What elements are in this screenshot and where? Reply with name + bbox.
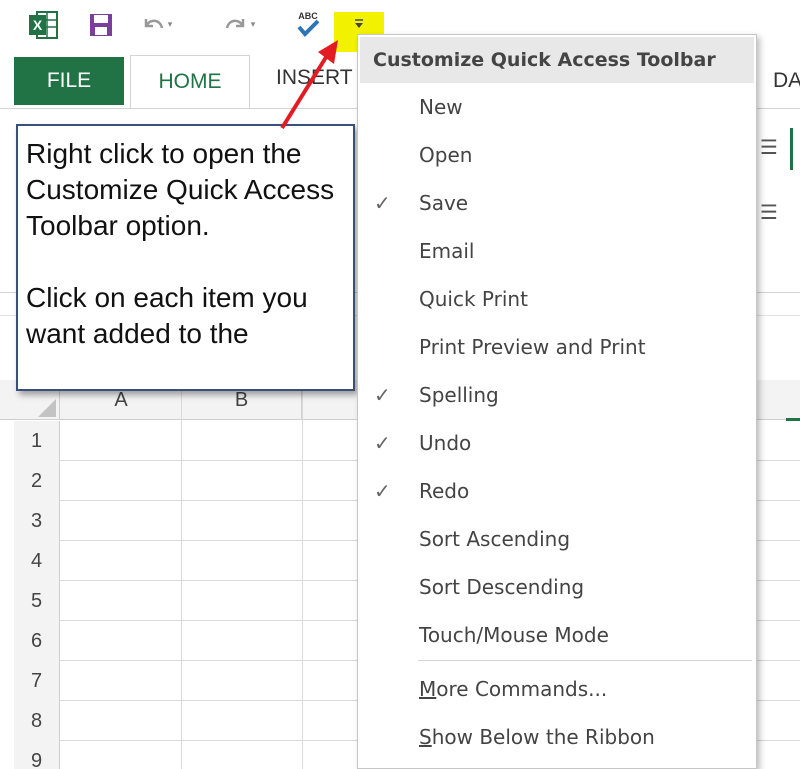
menu-item-email[interactable]: Email — [358, 227, 756, 275]
callout-paragraph-1: Right click to open the Customize Quick … — [26, 138, 335, 241]
callout-paragraph-2: Click on each item you want added to the — [26, 282, 308, 349]
align-left-icon[interactable]: ☰ — [760, 200, 778, 224]
menu-item-sort-ascending[interactable]: Sort Ascending — [358, 515, 756, 563]
ribbon-selection-edge — [790, 128, 793, 170]
undo-button[interactable]: ▾ — [138, 8, 174, 42]
mnemonic: S — [419, 725, 432, 749]
customize-qat-menu: Customize Quick Access Toolbar New Open … — [357, 34, 757, 769]
menu-separator — [418, 660, 752, 661]
column-gridline — [302, 380, 303, 769]
menu-item-save[interactable]: ✓ Save — [358, 179, 756, 227]
menu-item-label: ore Commands... — [436, 677, 608, 701]
menu-title: Customize Quick Access Toolbar — [360, 37, 754, 83]
menu-item-open[interactable]: Open — [358, 131, 756, 179]
check-icon: ✓ — [374, 479, 391, 503]
check-icon: ✓ — [374, 383, 391, 407]
menu-item-undo[interactable]: ✓ Undo — [358, 419, 756, 467]
customize-dropdown-icon — [355, 19, 363, 28]
menu-item-touch-mouse-mode[interactable]: Touch/Mouse Mode — [358, 611, 756, 659]
redo-caret-icon[interactable]: ▾ — [251, 20, 256, 30]
floppy-disk-icon — [90, 14, 112, 36]
check-icon: ✓ — [374, 191, 391, 215]
row-header[interactable]: 3 — [14, 501, 60, 541]
tab-file[interactable]: FILE — [14, 57, 124, 105]
menu-item-redo[interactable]: ✓ Redo — [358, 467, 756, 515]
align-top-icon[interactable]: ☰ — [760, 135, 778, 159]
svg-text:X: X — [33, 17, 43, 33]
save-button[interactable] — [86, 8, 116, 42]
row-header[interactable]: 2 — [14, 461, 60, 501]
row-header[interactable]: 6 — [14, 621, 60, 661]
row-header[interactable]: 5 — [14, 581, 60, 621]
excel-logo-icon: X — [26, 8, 60, 42]
redo-icon — [225, 19, 244, 29]
red-arrow-icon — [280, 40, 338, 130]
undo-icon — [144, 19, 163, 29]
redo-button[interactable]: ▾ — [215, 8, 263, 42]
selected-column-marker — [786, 418, 800, 421]
undo-caret-icon[interactable]: ▾ — [168, 20, 173, 30]
row-header[interactable]: 9 — [14, 741, 60, 769]
menu-item-sort-descending[interactable]: Sort Descending — [358, 563, 756, 611]
menu-item-show-below-ribbon[interactable]: Show Below the Ribbon — [358, 713, 756, 761]
row-header[interactable]: 8 — [14, 701, 60, 741]
row-header[interactable]: 4 — [14, 541, 60, 581]
check-icon: ✓ — [374, 431, 391, 455]
menu-item-print-preview[interactable]: Print Preview and Print — [358, 323, 756, 371]
tab-data[interactable]: DA — [773, 69, 800, 93]
column-gridline — [181, 380, 182, 769]
menu-item-quick-print[interactable]: Quick Print — [358, 275, 756, 323]
mnemonic: M — [419, 677, 437, 701]
menu-item-more-commands[interactable]: More Commands... — [358, 665, 756, 713]
menu-item-label: how Below the Ribbon — [431, 725, 655, 749]
menu-item-new[interactable]: New — [358, 83, 756, 131]
menu-item-spelling[interactable]: ✓ Spelling — [358, 371, 756, 419]
row-header[interactable]: 1 — [14, 421, 60, 461]
instruction-callout: Right click to open the Customize Quick … — [16, 124, 355, 391]
tab-home[interactable]: HOME — [130, 55, 250, 108]
row-header[interactable]: 7 — [14, 661, 60, 701]
spelling-abc-text: ABC — [298, 11, 318, 21]
